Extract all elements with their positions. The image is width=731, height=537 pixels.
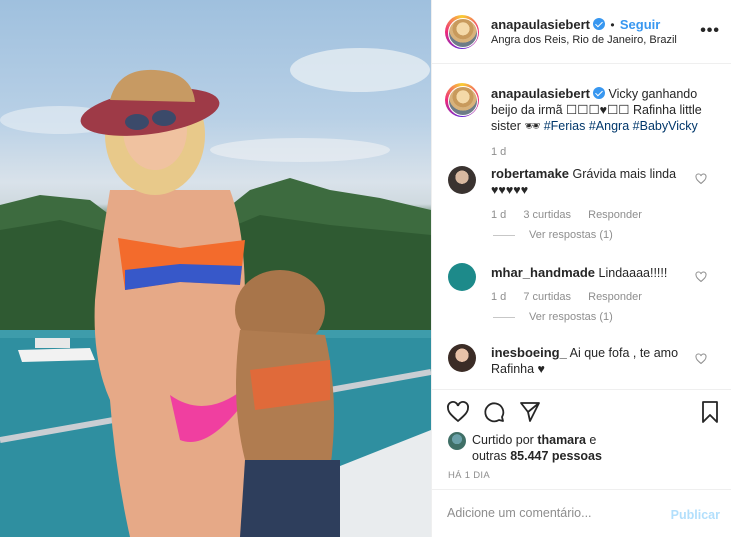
post-caption: anapaulasiebert Vicky ganhando beijo da … [491,86,713,134]
comment-username[interactable]: mhar_handmade [491,265,595,280]
instagram-post: anapaulasiebert • Seguir Angra dos Reis,… [0,0,731,537]
post-photo[interactable] [0,0,431,537]
comment-item: mhar_handmade Lindaaaa!!!!! [491,265,696,281]
comment-text: Lindaaaa!!!!! [598,266,668,280]
author-avatar[interactable] [445,15,479,49]
follow-button[interactable]: Seguir [620,17,660,32]
view-replies-button[interactable]: Ver respostas (1) [493,311,613,323]
comment-time[interactable]: 1 d [491,209,506,221]
hashtag-babyvicky[interactable]: #BabyVicky [633,119,698,133]
commenter-avatar[interactable] [448,166,476,194]
comment-input[interactable] [447,506,657,520]
view-replies-button[interactable]: Ver respostas (1) [493,229,613,241]
bookmark-icon[interactable] [698,400,722,424]
caption-time[interactable]: 1 d [491,146,506,158]
comment-item: inesboeing_ Ai que fofa , te amo Rafinha… [491,345,696,377]
liked-by-middle: e [585,433,597,447]
comment-meta: 1 d 7 curtidas Responder [491,291,642,303]
comment-time[interactable]: 1 d [491,291,506,303]
heart-icon[interactable] [446,400,470,424]
comment-likes[interactable]: 3 curtidas [523,209,571,221]
reply-button[interactable]: Responder [588,209,642,221]
comment-username[interactable]: inesboeing_ [491,345,567,360]
comment-icon[interactable] [482,400,506,424]
caption-author-avatar[interactable] [445,83,479,117]
likes-count[interactable]: 85.447 pessoas [510,449,602,463]
photo-illustration [0,48,431,537]
more-options-icon[interactable]: ••• [700,22,720,40]
liker-avatar[interactable] [448,432,466,450]
post-date[interactable]: HÁ 1 DIA [448,470,490,481]
commenter-avatar[interactable] [448,263,476,291]
hashtag-ferias[interactable]: #Ferias [544,119,586,133]
liked-by-prefix: Curtido por [472,433,538,447]
location-link[interactable]: Angra dos Reis, Rio de Janeiro, Brazil [491,34,677,46]
share-icon[interactable] [518,400,542,424]
separator-dot: • [610,18,615,32]
like-comment-heart-icon[interactable] [695,353,707,365]
reply-button[interactable]: Responder [588,291,642,303]
like-comment-heart-icon[interactable] [695,173,707,185]
comment-username[interactable]: robertamake [491,166,569,181]
verified-badge-icon [593,87,605,99]
commenter-avatar[interactable] [448,344,476,372]
liked-by-user[interactable]: thamara [537,433,586,447]
post-header: anapaulasiebert • Seguir Angra dos Reis,… [432,0,731,64]
comment-likes[interactable]: 7 curtidas [523,291,571,303]
verified-badge-icon [593,18,605,30]
liked-by: Curtido por thamara e outras 85.447 pess… [472,432,602,464]
hashtag-angra[interactable]: #Angra [589,119,629,133]
post-actions: Curtido por thamara e outras 85.447 pess… [432,389,731,489]
header-user-line: anapaulasiebert • Seguir [491,17,660,32]
author-username[interactable]: anapaulasiebert [491,17,590,32]
caption-username[interactable]: anapaulasiebert [491,86,590,101]
comment-item: robertamake Grávida mais linda ♥♥♥♥♥ [491,166,696,198]
add-comment-bar: Publicar [432,489,731,537]
comment-meta: 1 d 3 curtidas Responder [491,209,642,221]
post-sidebar: anapaulasiebert • Seguir Angra dos Reis,… [431,0,731,537]
liked-by-line2-prefix: outras [472,449,511,463]
like-comment-heart-icon[interactable] [695,271,707,283]
publish-button[interactable]: Publicar [671,508,720,522]
